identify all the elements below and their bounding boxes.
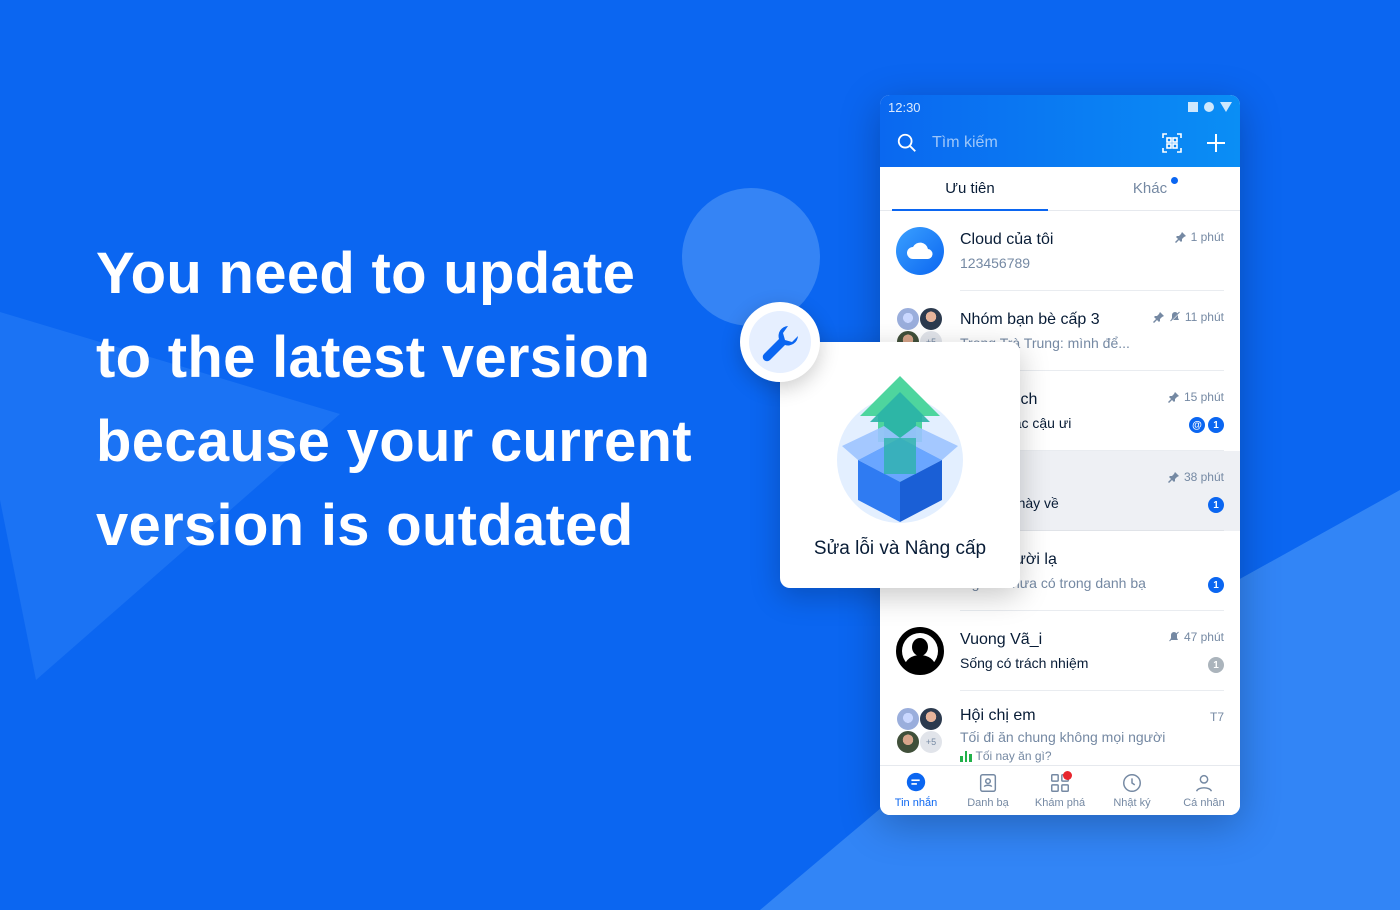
bottom-nav: Tin nhắn Danh bạ Khám phá Nhật ký Cá nhâ… <box>880 765 1240 815</box>
avatar: +5 <box>896 707 944 755</box>
poll-question: Tối nay ăn gì? <box>975 749 1052 763</box>
plus-icon[interactable] <box>1204 131 1228 155</box>
headline-line-1: You need to update <box>96 241 636 306</box>
conversation-body: Hội chị em Tối đi ăn chung không mọi ngư… <box>960 691 1224 771</box>
conversation-preview: Tối đi ăn chung không mọi người <box>960 729 1166 745</box>
conversation-item[interactable]: Cloud của tôi 123456789 1 phút <box>880 211 1240 291</box>
qr-code-icon[interactable] <box>1160 131 1184 155</box>
headline-line-2: to the latest version <box>96 325 651 390</box>
cloud-icon <box>896 227 944 275</box>
notification-square-icon <box>1188 102 1198 112</box>
wrench-badge <box>740 302 820 382</box>
search-input[interactable] <box>932 134 1140 152</box>
poll-icon <box>960 750 972 762</box>
conversation-time: 15 phút <box>1183 390 1224 404</box>
search-icon[interactable] <box>896 132 918 154</box>
avatar <box>896 227 944 275</box>
conversation-name: Nhóm bạn bè cấp 3 <box>960 311 1100 328</box>
nav-discover[interactable]: Khám phá <box>1024 766 1096 815</box>
conversation-item[interactable]: Vuong Vã_i Sống có trách nhiệm 47 phút 1 <box>880 611 1240 691</box>
conversation-meta: 47 phút <box>1168 630 1224 644</box>
status-icons <box>1188 102 1232 112</box>
headline-line-4: version is outdated <box>96 493 634 558</box>
clock-icon <box>1123 774 1141 792</box>
conversation-badges: @ 1 <box>1189 417 1224 433</box>
mention-badge: @ <box>1189 417 1205 433</box>
conversation-time: 47 phút <box>1183 630 1224 644</box>
nav-profile[interactable]: Cá nhân <box>1168 766 1240 815</box>
conversation-time: 11 phút <box>1184 310 1224 324</box>
conversation-meta: 15 phút <box>1167 390 1224 404</box>
conversation-body: Vuong Vã_i Sống có trách nhiệm 47 phút 1 <box>960 611 1224 691</box>
contacts-icon <box>979 774 997 792</box>
pin-icon <box>1167 472 1179 483</box>
conversation-preview: 123456789 <box>960 255 1031 271</box>
conversation-meta: 1 phút <box>1174 230 1224 244</box>
poll-line: Tối nay ăn gì? <box>960 749 1052 763</box>
conversation-meta: 38 phút <box>1167 470 1224 484</box>
conversation-badges: 1 <box>1208 497 1224 513</box>
unread-badge: 1 <box>1208 577 1224 593</box>
unread-badge: 1 <box>1208 497 1224 513</box>
conversation-meta: 11 phút <box>1152 310 1224 324</box>
update-card-title: Sửa lỗi và Nâng cấp <box>813 538 987 559</box>
muted-bell-icon <box>1169 631 1179 642</box>
status-bar: 12:30 <box>880 95 1240 119</box>
unread-badge: 1 <box>1208 417 1224 433</box>
tab-other-label: Khác <box>1132 180 1168 197</box>
upgrade-box-icon <box>837 376 963 523</box>
group-extra-count: +5 <box>919 730 943 754</box>
avatar <box>896 627 944 675</box>
signal-icon <box>1220 102 1232 112</box>
search-row <box>880 119 1240 167</box>
tab-other[interactable]: Khác <box>1060 167 1240 210</box>
status-time: 12:30 <box>888 99 921 115</box>
headline: You need to update to the latest version… <box>96 232 736 568</box>
nav-contacts[interactable]: Danh bạ <box>952 766 1024 815</box>
person-icon <box>1195 774 1213 792</box>
conversation-name: Hội chị em <box>960 707 1036 724</box>
nav-label: Tin nhắn <box>894 797 938 809</box>
nav-label: Cá nhân <box>1183 797 1225 809</box>
conversation-name: Cloud của tôi <box>960 231 1054 248</box>
conversation-item[interactable]: +5 Hội chị em Tối đi ăn chung không mọi … <box>880 691 1240 771</box>
nav-discover-dot <box>1063 771 1072 780</box>
conversation-badges: 1 <box>1208 577 1224 593</box>
tab-priority-label: Ưu tiên <box>945 180 995 197</box>
chat-icon <box>906 772 926 792</box>
tab-other-dot <box>1171 177 1178 184</box>
conversation-body: Cloud của tôi 123456789 1 phút <box>960 211 1224 291</box>
nav-label: Danh bạ <box>967 797 1009 809</box>
conversation-badges: 1 <box>1208 657 1224 673</box>
headline-line-3: because your current <box>96 409 692 474</box>
conversation-meta: T7 <box>1210 710 1224 724</box>
notification-dot-icon <box>1204 102 1214 112</box>
unread-badge: 1 <box>1208 657 1224 673</box>
pin-icon <box>1167 392 1179 403</box>
muted-bell-icon <box>1169 311 1181 323</box>
conversation-time: T7 <box>1209 710 1224 724</box>
nav-messages[interactable]: Tin nhắn <box>880 766 952 815</box>
conversation-preview: Sống có trách nhiệm <box>960 655 1089 671</box>
tab-priority[interactable]: Ưu tiên <box>880 167 1060 211</box>
conversation-tabs: Ưu tiên Khác <box>880 167 1240 211</box>
group-avatar: +5 <box>896 707 944 755</box>
nav-label: Nhật ký <box>1113 797 1151 809</box>
wrench-icon <box>762 326 798 362</box>
top-bar: 12:30 <box>880 95 1240 167</box>
person-silhouette-avatar <box>896 627 944 675</box>
conversation-time: 38 phút <box>1183 470 1224 484</box>
wrench-badge-inner <box>749 311 811 373</box>
nav-label: Khám phá <box>1034 797 1086 809</box>
pin-icon <box>1174 232 1186 243</box>
conversation-name: Vuong Vã_i <box>960 631 1043 648</box>
update-card: Sửa lỗi và Nâng cấp <box>780 342 1020 588</box>
pin-icon <box>1152 312 1164 323</box>
nav-timeline[interactable]: Nhật ký <box>1096 766 1168 815</box>
conversation-time: 1 phút <box>1190 230 1224 244</box>
